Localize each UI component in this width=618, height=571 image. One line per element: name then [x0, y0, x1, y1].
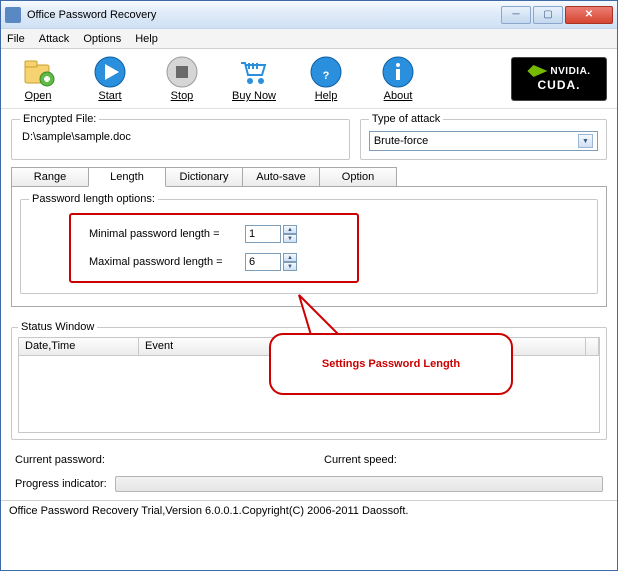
max-length-input[interactable]	[245, 253, 281, 271]
password-length-options-group: Password length options: Minimal passwor…	[20, 193, 598, 294]
help-icon: ?	[309, 55, 343, 89]
attack-type-combo[interactable]: Brute-force ▼	[369, 131, 598, 151]
min-length-down-button[interactable]: ▼	[283, 234, 297, 243]
help-label: Help	[315, 90, 338, 102]
buy-now-button[interactable]: Buy Now	[227, 55, 281, 102]
progress-label: Progress indicator:	[15, 478, 107, 490]
column-spacer	[586, 338, 599, 355]
stop-button[interactable]: Stop	[155, 55, 209, 102]
current-password-label: Current password:	[15, 454, 105, 466]
type-of-attack-group: Type of attack Brute-force ▼	[360, 113, 607, 160]
max-length-up-button[interactable]: ▲	[283, 253, 297, 262]
statusbar-text: Office Password Recovery Trial,Version 6…	[9, 505, 408, 517]
encrypted-file-path: D:\sample\sample.doc	[20, 129, 341, 145]
tabs: Range Length Dictionary Auto-save Option	[11, 166, 607, 186]
menu-help[interactable]: Help	[135, 33, 158, 45]
cuda-text: CUDA.	[538, 78, 581, 92]
encrypted-file-legend: Encrypted File:	[20, 113, 99, 125]
current-speed-label: Current speed:	[324, 454, 397, 466]
open-button[interactable]: Open	[11, 55, 65, 102]
nvidia-text: NVIDIA.	[550, 66, 590, 77]
tab-auto-save[interactable]: Auto-save	[242, 167, 320, 187]
window-title: Office Password Recovery	[27, 9, 501, 21]
nvidia-cuda-badge: NVIDIA. CUDA.	[511, 57, 607, 101]
app-icon	[5, 7, 21, 23]
svg-text:?: ?	[323, 70, 330, 82]
about-label: About	[384, 90, 413, 102]
encrypted-file-group: Encrypted File: D:\sample\sample.doc	[11, 113, 350, 160]
callout-annotation: Settings Password Length	[269, 333, 513, 395]
about-button[interactable]: About	[371, 55, 425, 102]
open-label: Open	[25, 90, 52, 102]
maximize-button[interactable]: ▢	[533, 6, 563, 24]
min-length-input[interactable]	[245, 225, 281, 243]
help-button[interactable]: ? Help	[299, 55, 353, 102]
menubar: File Attack Options Help	[1, 29, 617, 49]
stop-label: Stop	[171, 90, 194, 102]
stop-icon	[165, 55, 199, 89]
column-datetime[interactable]: Date,Time	[19, 338, 139, 355]
password-length-options-legend: Password length options:	[29, 193, 158, 205]
tab-range[interactable]: Range	[11, 167, 89, 187]
min-length-label: Minimal password length =	[89, 228, 239, 240]
max-length-label: Maximal password length =	[89, 256, 239, 268]
tab-dictionary[interactable]: Dictionary	[165, 167, 243, 187]
cart-icon	[237, 55, 271, 89]
progress-bar	[115, 476, 603, 492]
min-length-up-button[interactable]: ▲	[283, 225, 297, 234]
start-button[interactable]: Start	[83, 55, 137, 102]
tab-option[interactable]: Option	[319, 167, 397, 187]
max-length-down-button[interactable]: ▼	[283, 262, 297, 271]
callout-text: Settings Password Length	[322, 358, 460, 370]
tab-length[interactable]: Length	[88, 167, 166, 187]
app-window: Office Password Recovery ─ ▢ ✕ File Atta…	[0, 0, 618, 571]
play-icon	[93, 55, 127, 89]
status-window-legend: Status Window	[18, 321, 97, 333]
statusbar: Office Password Recovery Trial,Version 6…	[1, 500, 617, 520]
chevron-down-icon: ▼	[578, 134, 593, 148]
minimize-button[interactable]: ─	[501, 6, 531, 24]
menu-attack[interactable]: Attack	[39, 33, 70, 45]
type-of-attack-legend: Type of attack	[369, 113, 443, 125]
info-icon	[381, 55, 415, 89]
buy-label: Buy Now	[232, 90, 276, 102]
nvidia-eye-icon	[527, 65, 547, 77]
start-label: Start	[98, 90, 121, 102]
toolbar: Open Start Stop Buy Now ? Help	[1, 49, 617, 109]
attack-type-value: Brute-force	[374, 135, 578, 147]
tab-pane-length: Password length options: Minimal passwor…	[11, 186, 607, 307]
length-highlight-box: Minimal password length = ▲ ▼ Maximal pa…	[69, 213, 359, 283]
menu-file[interactable]: File	[7, 33, 25, 45]
menu-options[interactable]: Options	[83, 33, 121, 45]
folder-open-icon	[21, 55, 55, 89]
close-button[interactable]: ✕	[565, 6, 613, 24]
titlebar: Office Password Recovery ─ ▢ ✕	[1, 1, 617, 29]
